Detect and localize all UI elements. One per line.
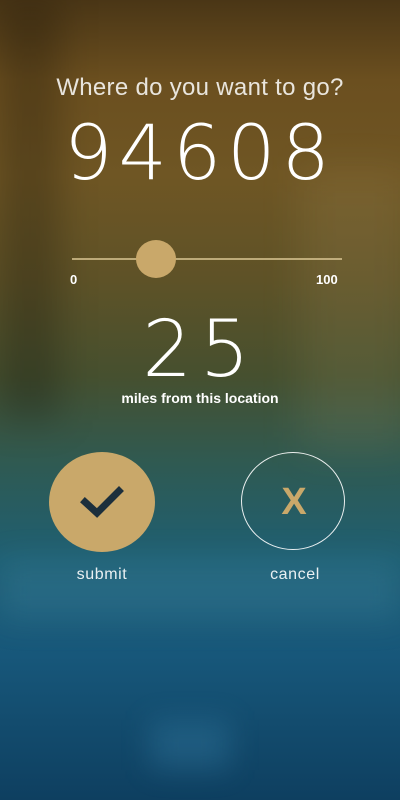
distance-slider[interactable] (72, 240, 342, 278)
slider-track[interactable] (72, 258, 342, 260)
distance-value: 25 (142, 305, 258, 395)
slider-max-label: 100 (316, 272, 338, 287)
cancel-label: cancel (270, 566, 320, 583)
submit-button[interactable] (49, 452, 155, 552)
question-heading: Where do you want to go? (56, 74, 344, 101)
cancel-button[interactable]: X (241, 452, 345, 550)
slider-thumb[interactable] (136, 240, 176, 278)
distance-label: miles from this location (121, 390, 279, 406)
zip-code-display[interactable]: 94608 (0, 108, 400, 197)
x-icon: X (281, 481, 307, 523)
slider-min-label: 0 (70, 272, 78, 287)
checkmark-icon (80, 486, 124, 518)
submit-label: submit (76, 566, 128, 583)
